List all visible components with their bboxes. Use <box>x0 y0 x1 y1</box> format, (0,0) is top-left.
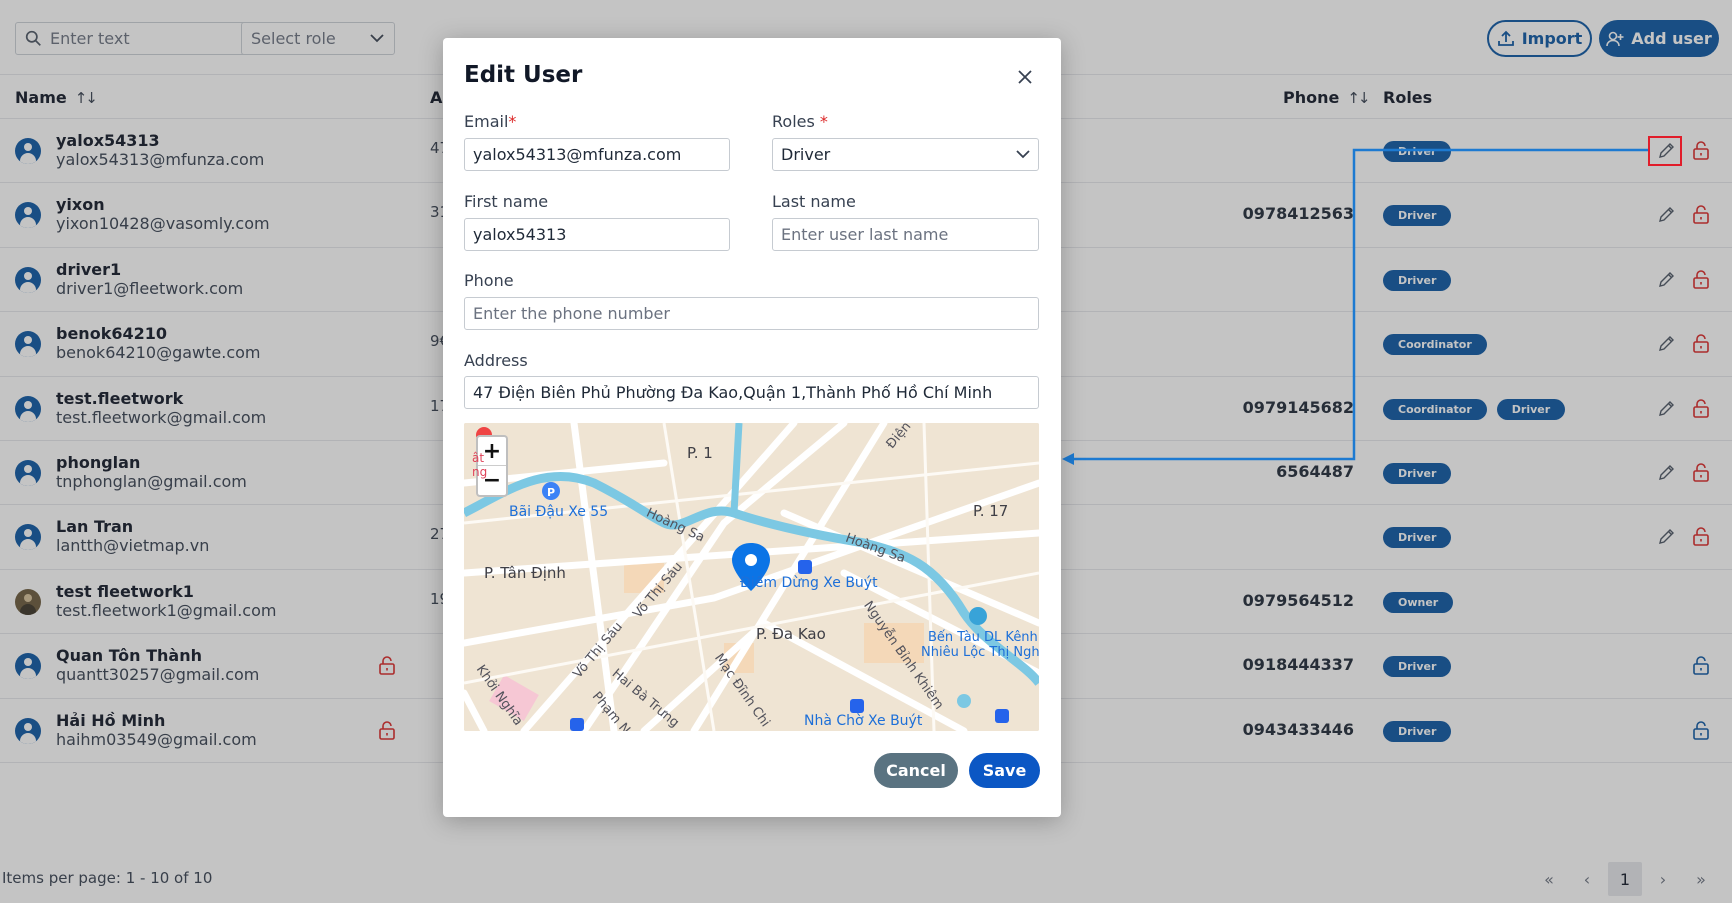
chevron-down-icon <box>1016 150 1030 159</box>
required-mark: * <box>508 112 517 131</box>
close-icon[interactable] <box>1014 66 1036 88</box>
edit-user-dialog: Edit User Email* yalox54313@mfunza.com R… <box>443 38 1061 817</box>
roles-label-text: Roles <box>772 112 820 131</box>
address-map[interactable]: P + − ât ng P. 1 P. 17 P. Tân Định P. Đa… <box>464 423 1039 731</box>
map-label: Bãi Đậu Xe 55 <box>509 504 609 520</box>
map-label: P. 1 <box>687 444 713 462</box>
save-button[interactable]: Save <box>969 753 1040 788</box>
dialog-title: Edit User <box>464 62 583 88</box>
highlight-box <box>1648 136 1682 166</box>
address-label: Address <box>464 351 528 370</box>
map-label: P. Tân Định <box>484 564 566 582</box>
phone-label: Phone <box>464 271 514 290</box>
map-label: ng <box>472 465 488 479</box>
email-label-text: Email <box>464 112 509 131</box>
first-name-label: First name <box>464 192 549 211</box>
map-label: Điểm Dừng Xe Buýt <box>740 575 878 591</box>
map-label: Bến Tàu DL Kênh <box>928 630 1038 645</box>
cancel-button[interactable]: Cancel <box>874 753 958 788</box>
last-name-placeholder: Enter user last name <box>781 225 949 244</box>
phone-field[interactable]: Enter the phone number <box>464 297 1039 330</box>
email-value: yalox54313@mfunza.com <box>473 145 682 164</box>
email-label: Email* <box>464 112 516 131</box>
last-name-label: Last name <box>772 192 856 211</box>
roles-select[interactable]: Driver <box>772 138 1039 171</box>
roles-value: Driver <box>781 145 831 164</box>
map-label: Nhà Chờ Xe Buýt <box>804 713 923 729</box>
first-name-value: yalox54313 <box>473 225 567 244</box>
address-value: 47 Điện Biên Phủ Phường Đa Kao,Quận 1,Th… <box>473 383 993 402</box>
email-field[interactable]: yalox54313@mfunza.com <box>464 138 730 171</box>
phone-placeholder: Enter the phone number <box>473 304 670 323</box>
map-label: Nhiêu Lộc Thị Nghè <box>921 645 1039 660</box>
address-field[interactable]: 47 Điện Biên Phủ Phường Đa Kao,Quận 1,Th… <box>464 376 1039 409</box>
required-mark: * <box>819 112 828 131</box>
last-name-field[interactable]: Enter user last name <box>772 218 1039 251</box>
map-label: ât <box>472 451 485 465</box>
map-label: P. 17 <box>973 502 1009 520</box>
roles-label: Roles * <box>772 112 828 131</box>
svg-text:P: P <box>547 486 555 499</box>
map-label: P. Đa Kao <box>756 625 826 643</box>
first-name-field[interactable]: yalox54313 <box>464 218 730 251</box>
